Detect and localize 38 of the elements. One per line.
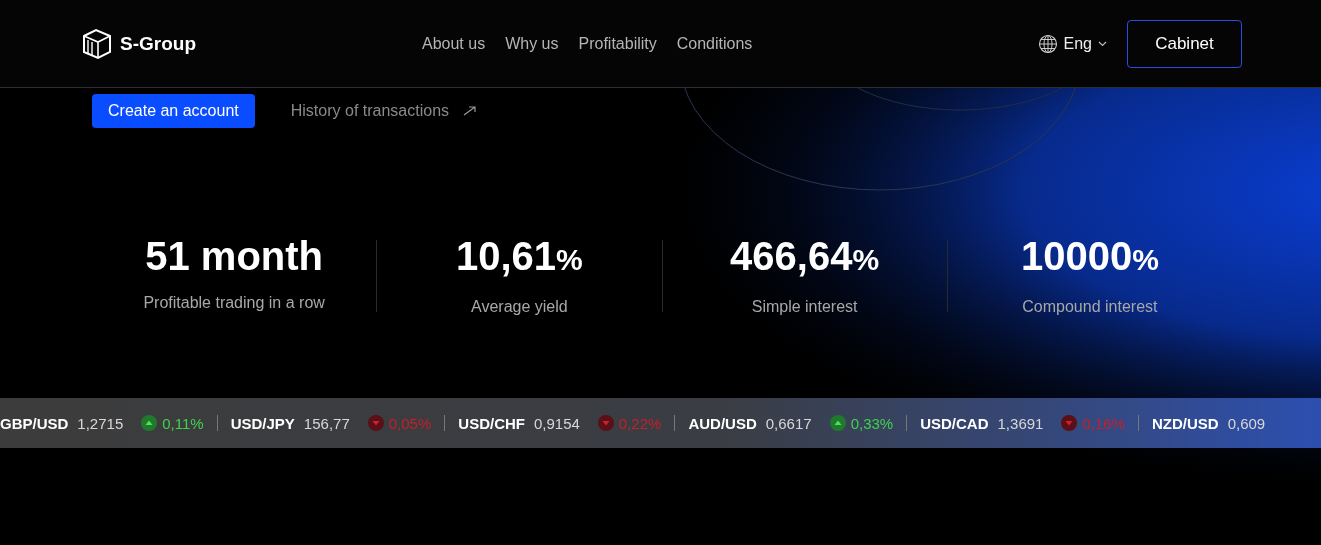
brand-name[interactable]: S-Group [120,32,196,55]
stat-label: Compound interest [1022,298,1158,316]
cabinet-button[interactable]: Cabinet [1127,19,1242,68]
price-change: 0,11% [162,414,204,432]
nav-link[interactable]: Profitability [578,34,657,53]
arrow-icon [463,106,478,116]
create-account-button[interactable]: Create an account [92,94,255,128]
chevron-down-icon [1098,40,1107,47]
currency-pair: NZD/USD [1151,414,1219,432]
currency-pair: USD/CAD [920,414,989,432]
price: 0,9154 [533,414,580,432]
stat-label: Profitable trading in a row [143,294,325,312]
currency-pair: GBP/USD [0,414,69,432]
price: 156,77 [303,414,350,432]
price: 0,609 [1227,414,1266,432]
price: 0,6617 [765,414,812,432]
history-link[interactable]: History of transactions [290,102,478,120]
price-change: 0,16% [1082,414,1125,432]
stat-label: Average yield [471,298,568,316]
currency-pair: USD/CHF [458,414,525,432]
currency-pair: USD/JPY [230,414,295,432]
currency-pair: AUD/USD [688,414,757,432]
stat-value: 51 month [145,236,323,276]
price: 1,3691 [997,414,1044,432]
language-selector[interactable]: Eng [1037,33,1107,54]
stat-value: 466,64% [730,236,880,280]
nav-link[interactable]: Conditions [676,34,753,53]
stat-label: Simple interest [751,298,858,316]
cube-logo-icon [82,27,112,60]
stat-value: 10,61% [455,236,583,280]
stat-value: 10000% [1020,236,1159,280]
price-change: 0,33% [850,414,894,432]
price-change: 0,22% [618,414,662,432]
globe-icon [1037,33,1058,54]
price: 1,2715 [77,414,124,432]
nav-link[interactable]: About us [422,34,486,53]
price-change: 0,05% [388,414,432,432]
nav-link[interactable]: Why us [505,34,559,53]
